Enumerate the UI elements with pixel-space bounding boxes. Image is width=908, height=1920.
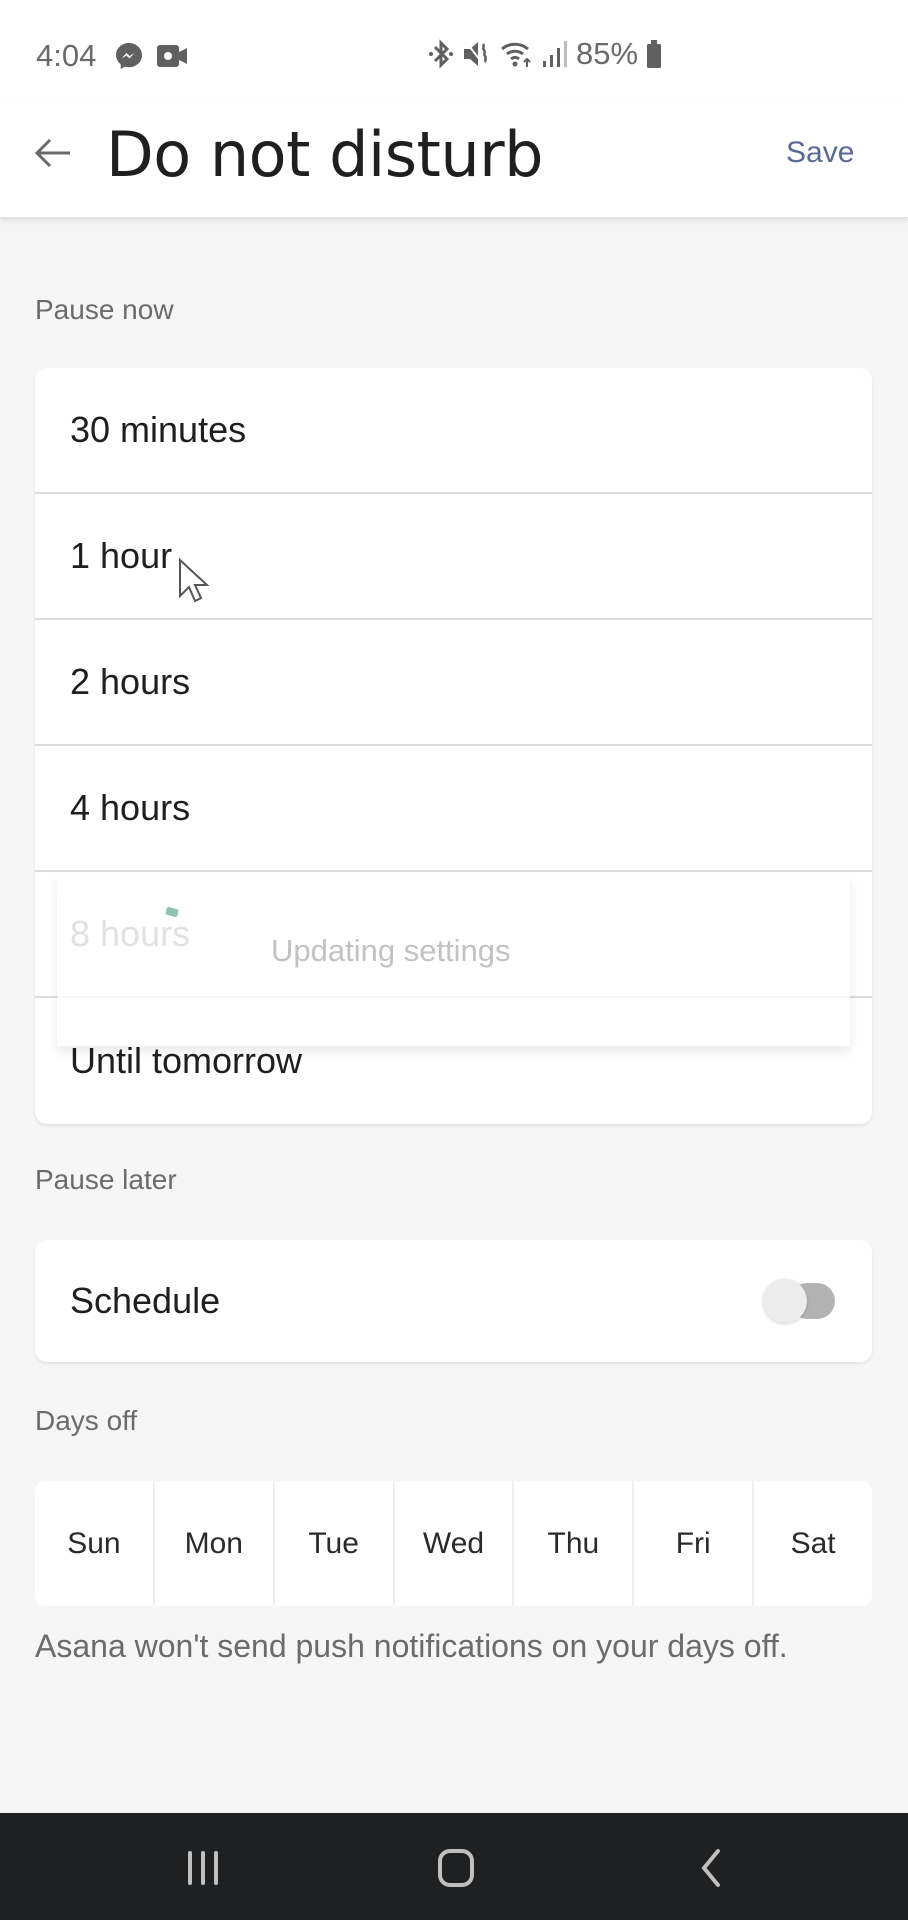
day-wed[interactable]: Wed bbox=[395, 1481, 515, 1606]
status-time: 4:04 bbox=[36, 38, 97, 73]
battery-icon bbox=[646, 39, 662, 69]
recent-apps-button[interactable] bbox=[178, 1843, 228, 1893]
day-fri[interactable]: Fri bbox=[634, 1481, 755, 1606]
system-nav-bar bbox=[0, 1813, 908, 1920]
status-bar: 4:04 85% bbox=[0, 0, 908, 100]
day-sun[interactable]: Sun bbox=[35, 1481, 155, 1606]
home-button[interactable] bbox=[431, 1843, 481, 1893]
option-label: 2 hours bbox=[70, 661, 191, 702]
schedule-label: Schedule bbox=[70, 1280, 221, 1321]
mute-icon bbox=[462, 38, 492, 70]
pause-option-2-hours[interactable]: 2 hours bbox=[35, 620, 872, 746]
updating-settings-toast: Updating settings bbox=[57, 875, 850, 1046]
bluetooth-icon bbox=[428, 38, 454, 70]
system-back-button[interactable] bbox=[686, 1843, 736, 1893]
pause-option-4-hours[interactable]: 4 hours bbox=[35, 746, 872, 872]
back-button[interactable] bbox=[30, 130, 76, 176]
pause-later-card: Schedule bbox=[35, 1240, 872, 1362]
toggle-thumb bbox=[763, 1279, 807, 1323]
day-sat[interactable]: Sat bbox=[754, 1481, 872, 1606]
home-icon bbox=[438, 1849, 474, 1887]
save-button[interactable]: Save bbox=[786, 136, 854, 170]
days-off-selector: Sun Mon Tue Wed Thu Fri Sat bbox=[35, 1481, 872, 1606]
messenger-icon bbox=[114, 41, 144, 76]
days-off-note: Asana won't send push notifications on y… bbox=[35, 1628, 788, 1664]
pause-later-label: Pause later bbox=[35, 1164, 177, 1195]
option-label: 4 hours bbox=[70, 787, 191, 828]
day-thu[interactable]: Thu bbox=[514, 1481, 635, 1606]
video-camera-icon bbox=[156, 43, 188, 74]
day-mon[interactable]: Mon bbox=[155, 1481, 275, 1606]
toast-text: Updating settings bbox=[271, 933, 511, 968]
battery-percentage: 85% bbox=[576, 36, 639, 71]
schedule-row[interactable]: Schedule bbox=[35, 1240, 872, 1362]
recent-apps-icon bbox=[188, 1851, 218, 1885]
option-label: 30 minutes bbox=[70, 409, 247, 450]
option-label: 1 hour bbox=[70, 535, 173, 576]
signal-icon bbox=[542, 39, 568, 69]
option-label: Until tomorrow bbox=[70, 1040, 303, 1081]
app-bar: Do not disturb Save bbox=[0, 100, 908, 218]
wifi-icon bbox=[500, 39, 534, 69]
page-title: Do not disturb bbox=[106, 118, 543, 191]
days-off-label: Days off bbox=[35, 1405, 138, 1436]
pause-option-1-hour[interactable]: 1 hour bbox=[35, 494, 872, 620]
back-icon bbox=[701, 1849, 720, 1887]
arrow-left-icon bbox=[34, 138, 70, 168]
schedule-toggle[interactable] bbox=[763, 1279, 837, 1323]
pause-now-label: Pause now bbox=[35, 294, 174, 325]
day-tue[interactable]: Tue bbox=[275, 1481, 395, 1606]
pause-option-30-minutes[interactable]: 30 minutes bbox=[35, 368, 872, 494]
